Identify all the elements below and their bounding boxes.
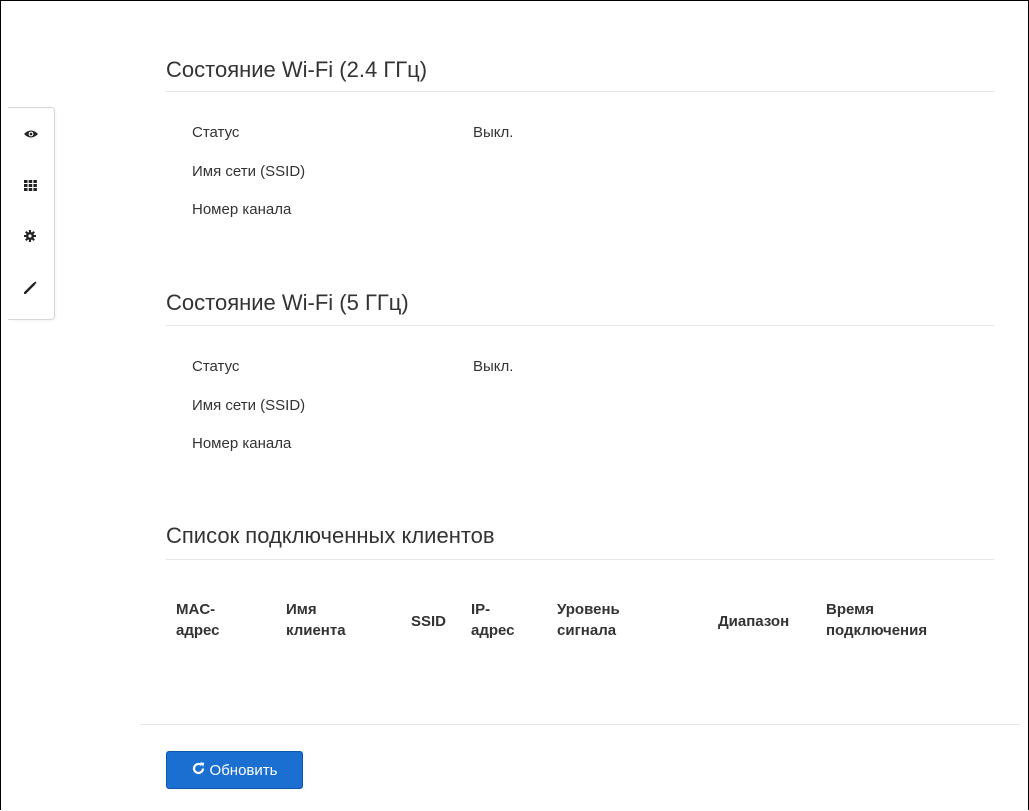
col-band: Диапазон [718,613,790,630]
monitoring-button[interactable] [8,120,54,148]
wifi5-divider [166,325,994,326]
wifi5-title: Состояние Wi-Fi (5 ГГц) [166,290,409,315]
grid-icon [24,179,37,191]
wizard-button[interactable] [8,273,54,301]
wifi24-ssid-label: Имя сети (SSID) [192,163,306,180]
apps-button[interactable] [8,171,54,199]
settings-button[interactable] [8,222,54,250]
col-connect-time: Время подключения [826,601,928,639]
wifi24-status-label: Статус [192,124,240,141]
gear-icon [24,230,36,242]
wifi5-channel-label: Номер канала [192,435,292,452]
wifi24-channel-label: Номер канала [192,201,292,218]
eye-icon [24,129,38,139]
wifi24-title: Состояние Wi-Fi (2.4 ГГц) [166,57,428,82]
refresh-button[interactable]: Обновить [166,751,303,789]
clients-divider [166,559,994,560]
refresh-label: Обновить [209,761,278,779]
side-toolbar [8,107,55,320]
magic-wand-icon [24,280,37,294]
wifi24-status-value: Выкл. [473,124,514,141]
col-client-name: Имя клиента [286,601,346,639]
refresh-icon [192,762,205,779]
wifi5-status-value: Выкл. [473,358,514,375]
col-ip: IP- адрес [471,601,515,639]
col-signal: Уровень сигнала [557,601,620,639]
col-mac: MAC- адрес [176,601,220,639]
wifi24-divider [166,91,994,92]
col-ssid: SSID [411,613,447,630]
footer-divider [140,724,1020,725]
page-frame [0,0,1029,810]
clients-title: Список подключенных клиентов [166,523,495,548]
wifi5-ssid-label: Имя сети (SSID) [192,397,306,414]
wifi5-status-label: Статус [192,358,240,375]
